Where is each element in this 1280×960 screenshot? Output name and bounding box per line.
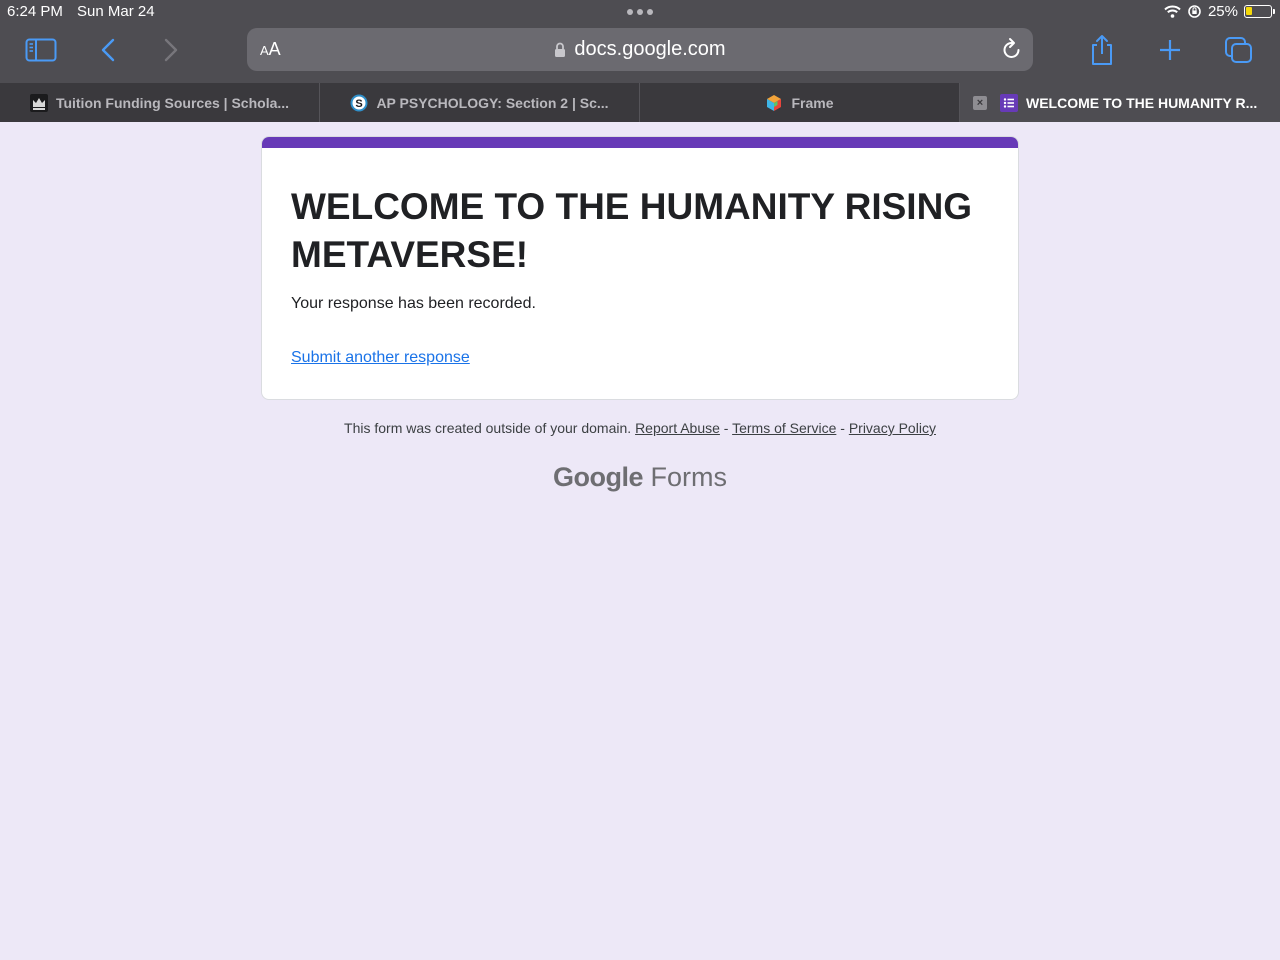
back-button[interactable] — [88, 28, 128, 72]
status-right: 25% — [1164, 3, 1275, 20]
tab-title: Tuition Funding Sources | Schola... — [55, 94, 290, 111]
report-abuse-link[interactable]: Report Abuse — [635, 420, 720, 436]
wifi-icon — [1164, 5, 1181, 18]
tab-humanity-rising[interactable]: × WELCOME TO THE HUMANITY R... — [960, 83, 1280, 122]
battery-icon — [1244, 5, 1275, 18]
tab-frame[interactable]: Frame — [640, 83, 960, 122]
sidebar-button[interactable] — [21, 28, 61, 72]
multitasking-dots-icon[interactable] — [627, 9, 653, 15]
svg-text:S: S — [356, 98, 363, 110]
status-date: Sun Mar 24 — [77, 3, 155, 20]
card-accent-bar — [262, 137, 1018, 148]
reload-button[interactable] — [1001, 37, 1023, 66]
forward-button[interactable] — [151, 28, 191, 72]
reload-icon — [1003, 38, 1020, 58]
forms-icon — [1000, 93, 1018, 112]
schoology-icon: S — [350, 94, 368, 112]
submit-another-response-link[interactable]: Submit another response — [291, 349, 470, 367]
footer-separator: - — [836, 420, 849, 436]
terms-of-service-link[interactable]: Terms of Service — [732, 420, 836, 436]
forms-wordmark: Forms — [650, 462, 728, 492]
form-footer: This form was created outside of your do… — [0, 420, 1280, 436]
lock-icon — [555, 42, 566, 57]
url-text: docs.google.com — [574, 38, 726, 60]
plus-icon — [1160, 40, 1180, 60]
share-icon — [1092, 35, 1112, 65]
footer-separator: - — [719, 420, 733, 436]
safari-toolbar: AA docs.google.com — [0, 28, 1280, 72]
share-button[interactable] — [1082, 28, 1122, 72]
footer-disclaimer: This form was created outside of your do… — [344, 420, 632, 436]
privacy-policy-link[interactable]: Privacy Policy — [849, 420, 936, 436]
form-title: WELCOME TO THE HUMANITY RISING METAVERSE… — [291, 186, 973, 275]
tab-strip: Tuition Funding Sources | Schola... S AP… — [0, 83, 1280, 122]
close-tab-icon[interactable]: × — [973, 96, 987, 110]
chevron-left-icon — [101, 38, 115, 62]
confirmation-card: WELCOME TO THE HUMANITY RISING METAVERSE… — [261, 136, 1019, 400]
tab-title: WELCOME TO THE HUMANITY R... — [1026, 94, 1258, 111]
confirmation-message: Your response has been recorded. — [291, 295, 536, 312]
orientation-lock-icon — [1188, 5, 1201, 18]
crown-icon — [29, 93, 48, 112]
tab-title: AP PSYCHOLOGY: Section 2 | Sc... — [376, 94, 609, 111]
cube-icon — [765, 94, 783, 112]
tabs-icon — [1225, 37, 1252, 63]
google-wordmark: Google — [552, 462, 644, 492]
status-bar: 6:24 PM Sun Mar 24 25% — [0, 0, 1280, 24]
sidebar-icon — [25, 38, 57, 62]
battery-percent: 25% — [1207, 3, 1238, 20]
google-forms-logo[interactable]: Google Forms — [0, 462, 1280, 493]
browser-chrome: 6:24 PM Sun Mar 24 25% AA docs.google.co… — [0, 0, 1280, 122]
tab-overview-button[interactable] — [1219, 28, 1259, 72]
address-bar[interactable]: AA docs.google.com — [247, 28, 1033, 71]
new-tab-button[interactable] — [1150, 28, 1190, 72]
tab-ap-psychology[interactable]: S AP PSYCHOLOGY: Section 2 | Sc... — [320, 83, 640, 122]
status-time: 6:24 PM — [7, 3, 63, 20]
tab-tuition-funding[interactable]: Tuition Funding Sources | Schola... — [0, 83, 320, 122]
chevron-right-icon — [164, 38, 178, 62]
tab-title: Frame — [791, 94, 834, 111]
